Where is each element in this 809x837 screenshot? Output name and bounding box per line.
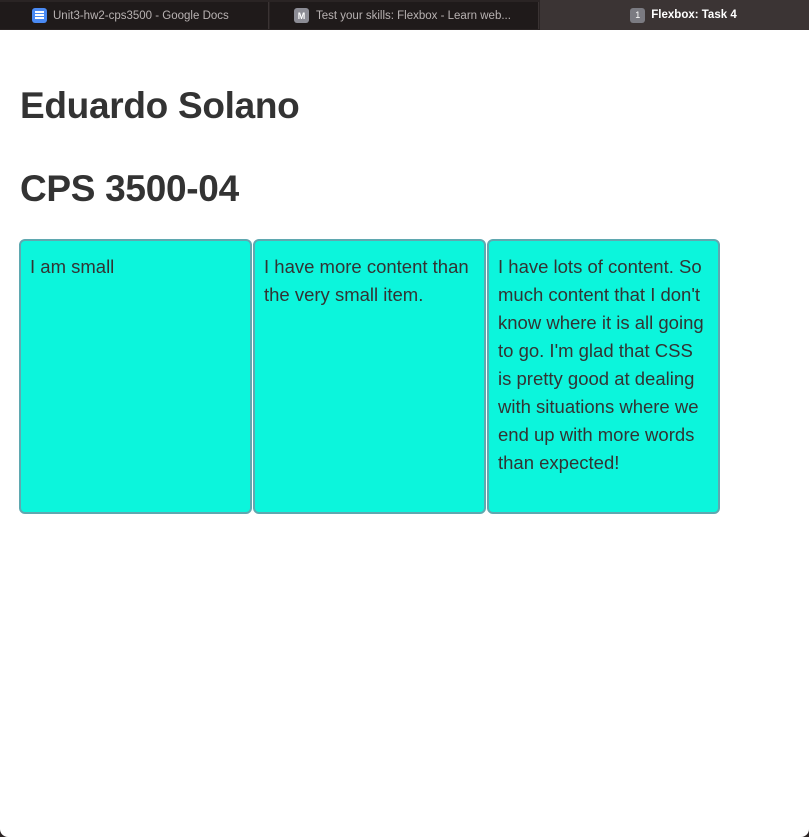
tab-google-docs[interactable]: Unit3-hw2-cps3500 - Google Docs (0, 2, 269, 29)
tab-label: Flexbox: Task 4 (651, 9, 737, 21)
google-docs-icon (32, 8, 47, 23)
page-title-name: Eduardo Solano (20, 85, 300, 126)
flex-item-small: I am small (19, 239, 252, 514)
tab-mdn-flexbox[interactable]: M Test your skills: Flexbox - Learn web.… (270, 2, 539, 29)
flex-container: I am small I have more content than the … (19, 239, 720, 514)
page-content: Eduardo Solano CPS 3500-04 I am small I … (0, 30, 809, 837)
flex-item-large: I have lots of content. So much content … (487, 239, 720, 514)
browser-tab-bar: Unit3-hw2-cps3500 - Google Docs M Test y… (0, 0, 809, 31)
mdn-icon: M (294, 8, 309, 23)
badge-icon: 1 (630, 7, 646, 23)
tab-flexbox-task-4[interactable]: 1 Flexbox: Task 4 (540, 0, 809, 30)
tab-label: Unit3-hw2-cps3500 - Google Docs (53, 9, 229, 22)
page-title-course: CPS 3500-04 (20, 168, 239, 209)
tab-label: Test your skills: Flexbox - Learn web... (316, 9, 511, 22)
flex-item-medium: I have more content than the very small … (253, 239, 486, 514)
